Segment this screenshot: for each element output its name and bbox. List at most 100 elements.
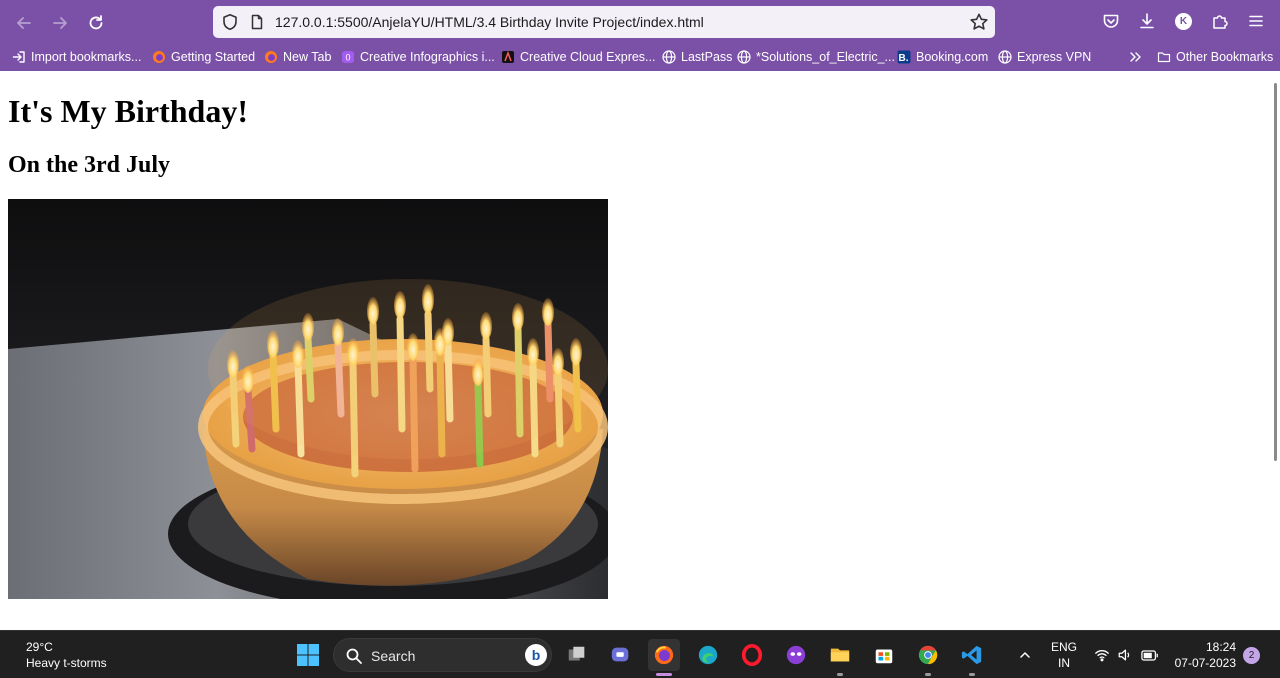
edge-icon [698, 645, 718, 665]
notification-badge[interactable]: 2 [1243, 647, 1260, 664]
other-bookmarks[interactable]: Other Bookmarks [1157, 47, 1273, 67]
masked-app[interactable] [780, 639, 812, 671]
bookmark-solutions[interactable]: *Solutions_of_Electric_... [737, 47, 895, 67]
bookmark-booking[interactable]: B. Booking.com [897, 47, 988, 67]
pocket-button[interactable] [1101, 11, 1121, 31]
globe-icon [662, 50, 676, 64]
windows-logo-icon [297, 644, 319, 666]
bookmark-creative-cloud[interactable]: Creative Cloud Expres... [501, 47, 655, 67]
vscode-app[interactable] [956, 639, 988, 676]
clock-date: 07-07-2023 [1174, 656, 1236, 670]
extensions-button[interactable] [1210, 11, 1230, 31]
speaker-icon [1118, 649, 1130, 661]
firefox-icon [264, 50, 278, 64]
bookmark-express-vpn[interactable]: Express VPN [998, 47, 1091, 67]
battery-status[interactable] [1138, 639, 1162, 671]
vscode-icon [961, 645, 982, 665]
tray-overflow-button[interactable] [1010, 639, 1040, 671]
weather-widget[interactable]: 29°C Heavy t-storms [26, 639, 107, 671]
svg-text:0: 0 [345, 53, 350, 63]
downloads-button[interactable] [1137, 11, 1157, 31]
bookmark-star-icon[interactable] [969, 12, 989, 32]
running-indicator [837, 673, 843, 676]
menu-button[interactable] [1246, 11, 1266, 31]
booking-icon: B. [897, 50, 911, 64]
firefox-icon [654, 645, 674, 665]
wifi-status[interactable] [1090, 639, 1114, 671]
arrow-right-icon [53, 17, 67, 29]
bookmark-label: LastPass [681, 50, 733, 64]
search-placeholder: Search [371, 648, 416, 664]
birthday-cake-image [8, 199, 608, 599]
browser-chrome: 127.0.0.1:5500/AnjelaYU/HTML/3.4 Birthda… [0, 0, 1280, 71]
bookmark-new-tab[interactable]: New Tab [264, 47, 331, 67]
chevrons-right-icon [1128, 50, 1142, 64]
bookmark-creative-infographics[interactable]: 0 Creative Infographics i... [341, 47, 495, 67]
other-bookmarks-label: Other Bookmarks [1176, 50, 1274, 64]
page-icon[interactable] [249, 14, 265, 30]
web-page: It's My Birthday! On the 3rd July [0, 71, 1270, 630]
battery-icon [1141, 649, 1158, 661]
language-indicator[interactable]: ENG IN [1046, 639, 1082, 671]
page-heading: It's My Birthday! [8, 93, 248, 129]
running-indicator [925, 673, 931, 676]
opera-app[interactable] [736, 639, 768, 671]
system-clock[interactable]: 18:24 07-07-2023 [1166, 639, 1236, 671]
arrow-left-icon [17, 17, 31, 29]
chat-app[interactable] [605, 639, 637, 671]
bookmark-import[interactable]: Import bookmarks... [12, 47, 141, 67]
page-subheading: On the 3rd July [8, 152, 171, 178]
browser-toolbar: 127.0.0.1:5500/AnjelaYU/HTML/3.4 Birthda… [0, 0, 1280, 42]
task-view-button[interactable] [561, 639, 593, 671]
creative-icon: 0 [341, 50, 355, 64]
reload-icon [89, 15, 103, 30]
firefox-icon [152, 50, 166, 64]
bing-icon[interactable]: b [525, 644, 547, 666]
url-text[interactable]: 127.0.0.1:5500/AnjelaYU/HTML/3.4 Birthda… [275, 14, 704, 30]
firefox-app[interactable] [648, 639, 680, 676]
edge-app[interactable] [692, 639, 724, 671]
import-icon [12, 50, 26, 64]
volume-status[interactable] [1113, 639, 1137, 671]
url-bar[interactable]: 127.0.0.1:5500/AnjelaYU/HTML/3.4 Birthda… [213, 6, 995, 38]
task-view-icon [568, 646, 585, 661]
reload-button[interactable] [82, 9, 110, 37]
pocket-icon [1103, 14, 1119, 28]
region-code: IN [1058, 656, 1070, 670]
file-explorer-app[interactable] [824, 639, 856, 676]
start-button[interactable] [292, 639, 324, 671]
store-app[interactable] [868, 639, 900, 671]
teams-chat-icon [611, 647, 629, 662]
page-scrollbar[interactable] [1270, 71, 1280, 630]
bookmark-label: Creative Infographics i... [360, 50, 495, 64]
download-icon [1140, 13, 1154, 29]
bookmarks-overflow-button[interactable] [1128, 47, 1147, 67]
back-button[interactable] [10, 9, 38, 37]
chevron-up-icon [1020, 652, 1030, 658]
mask-icon [786, 645, 806, 665]
shield-icon[interactable] [221, 13, 239, 31]
bookmark-getting-started[interactable]: Getting Started [152, 47, 255, 67]
bookmark-label: Import bookmarks... [31, 50, 142, 64]
wifi-icon [1095, 650, 1109, 662]
account-avatar[interactable]: K [1175, 13, 1192, 30]
chrome-icon [918, 645, 938, 665]
bookmark-lastpass[interactable]: LastPass [662, 47, 732, 67]
taskbar-search[interactable]: Search b [333, 638, 552, 672]
clock-time: 18:24 [1205, 640, 1236, 654]
bookmark-label: New Tab [283, 50, 332, 64]
globe-icon [737, 50, 751, 64]
globe-icon [998, 50, 1012, 64]
hamburger-icon [1249, 15, 1263, 27]
language-code: ENG [1050, 640, 1077, 654]
bookmark-label: Creative Cloud Expres... [520, 50, 656, 64]
running-indicator [969, 673, 975, 676]
scrollbar-thumb[interactable] [1274, 83, 1277, 461]
bookmark-label: *Solutions_of_Electric_... [756, 50, 895, 64]
search-icon [346, 648, 362, 664]
chrome-app[interactable] [912, 639, 944, 676]
svg-text:B.: B. [899, 53, 909, 64]
bookmarks-toolbar: Import bookmarks... Getting Started New … [0, 44, 1280, 70]
bookmark-label: Booking.com [916, 50, 989, 64]
forward-button[interactable] [46, 9, 74, 37]
